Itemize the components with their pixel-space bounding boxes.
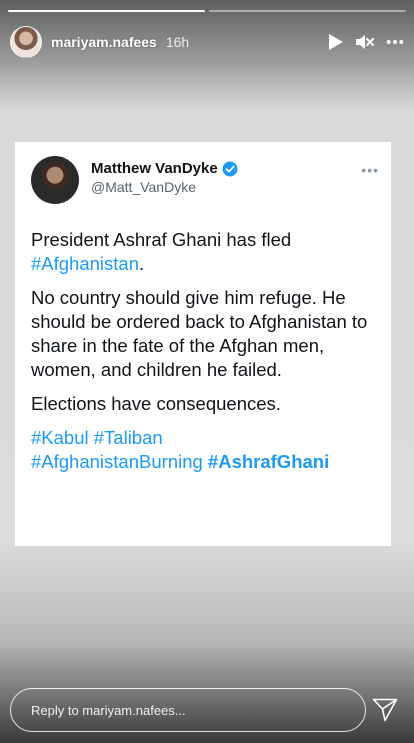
verified-badge-icon: [222, 161, 238, 177]
story-header: mariyam.nafees 16h: [10, 25, 404, 59]
hashtag-afghanistan: #Afghanistan: [31, 253, 140, 274]
tweet-paragraph-2: No country should give him refuge. He sh…: [31, 287, 368, 380]
tweet-author-avatar: [31, 156, 79, 204]
story-timestamp: 16h: [165, 34, 190, 50]
avatar[interactable]: [10, 26, 42, 58]
more-options-icon[interactable]: [386, 33, 404, 51]
reply-input[interactable]: Reply to mariyam.nafees...: [10, 688, 366, 732]
tweet-hashtags: #Kabul #Taliban #AfghanistanBurning #Ash…: [31, 426, 379, 474]
tweet-author-names: Matthew VanDyke @Matt_VanDyke: [91, 160, 238, 204]
hashtag-afghanistanburning: #AfghanistanBurning: [31, 451, 203, 472]
tweet-line1-end: .: [139, 253, 145, 274]
send-icon[interactable]: [372, 698, 398, 722]
hashtag-kabul: #Kabul: [31, 427, 89, 448]
tweet-author-row: Matthew VanDyke @Matt_VanDyke •••: [31, 156, 379, 204]
story-progress-bars: [8, 10, 406, 12]
tweet-author-name: Matthew VanDyke: [91, 160, 218, 177]
tweet-paragraph-3: Elections have consequences.: [31, 393, 281, 414]
tweet-paragraph-1: President Ashraf Ghani has fled #Afghani…: [31, 228, 379, 276]
tweet-more-icon: •••: [361, 162, 379, 178]
tweet-line1-text: President Ashraf Ghani has fled: [31, 229, 292, 250]
story-progress-segment-2: [209, 10, 406, 12]
speaker-muted-icon[interactable]: [356, 33, 374, 51]
tweet-screenshot-card: Matthew VanDyke @Matt_VanDyke ••• Presid…: [15, 142, 391, 546]
tweet-name-row: Matthew VanDyke: [91, 160, 238, 177]
play-icon[interactable]: [326, 33, 344, 51]
story-username[interactable]: mariyam.nafees: [51, 34, 157, 50]
header-actions: [326, 33, 404, 51]
story-progress-segment-1: [8, 10, 205, 12]
reply-placeholder: Reply to mariyam.nafees...: [31, 702, 186, 718]
tweet-author-handle: @Matt_VanDyke: [91, 179, 196, 195]
hashtag-ashrafghani: #AshrafGhani: [207, 451, 330, 472]
hashtag-taliban: #Taliban: [93, 427, 163, 448]
progress-fill-1: [8, 10, 205, 12]
tweet-body: President Ashraf Ghani has fled #Afghani…: [31, 228, 379, 484]
